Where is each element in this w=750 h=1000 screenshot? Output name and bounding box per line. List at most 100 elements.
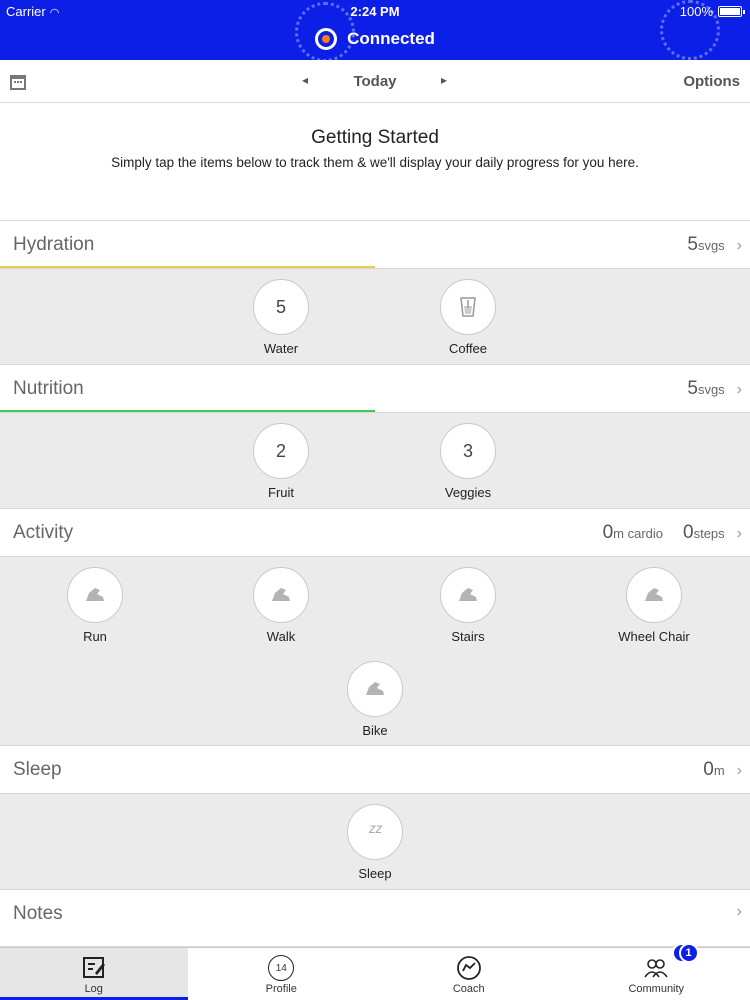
status-time: 2:24 PM xyxy=(350,4,400,19)
sleep-header[interactable]: Sleep 0m › xyxy=(0,745,750,793)
section-title: Nutrition xyxy=(13,378,84,399)
chevron-right-icon: › xyxy=(736,237,742,254)
water-label: Water xyxy=(263,341,299,356)
nutrition-value: 5 xyxy=(687,378,698,399)
nutrition-items: 2 Fruit 3 Veggies xyxy=(0,412,750,508)
battery-percent: 100% xyxy=(679,4,713,19)
profile-icon: 14 xyxy=(268,955,295,981)
chevron-right-icon: › xyxy=(736,903,742,920)
section-title: Hydration xyxy=(13,234,95,255)
walk-tile[interactable]: Walk xyxy=(211,567,351,644)
veggies-tile[interactable]: 3 Veggies xyxy=(398,423,538,500)
walk-label: Walk xyxy=(266,629,296,644)
fruit-label: Fruit xyxy=(268,485,294,500)
log-icon xyxy=(82,957,105,978)
connected-label: Connected xyxy=(347,29,435,48)
battery-indicator: 100% xyxy=(679,4,745,19)
steps-unit: steps xyxy=(693,526,725,541)
fruit-count: 2 xyxy=(275,440,286,461)
connection-status[interactable]: Connected xyxy=(0,28,750,50)
nutrition-header[interactable]: Nutrition 5svgs › xyxy=(0,364,750,412)
hydration-items: 5 Water Coffee xyxy=(0,268,750,364)
section-title: Activity xyxy=(13,522,74,543)
run-button[interactable] xyxy=(67,567,123,623)
nutrition-summary: 5svgs › xyxy=(687,378,742,400)
cardio-value: 0 xyxy=(602,522,614,543)
bike-label: Bike xyxy=(362,723,388,738)
getting-started-title: Getting Started xyxy=(311,127,439,148)
coffee-tile[interactable]: Coffee xyxy=(398,279,538,356)
top-bar: Carrier ◠ 2:24 PM 100% Connected xyxy=(0,0,750,60)
tab-bar: Log 14 Profile 1 Coach 1 Community xyxy=(0,943,750,1000)
sleep-unit: m xyxy=(713,763,725,778)
sleep-items: ᶻᶻ Sleep xyxy=(0,793,750,889)
next-day-button[interactable]: ▸ xyxy=(441,73,447,87)
wheel-chair-button[interactable] xyxy=(626,567,682,623)
stairs-tile[interactable]: Stairs xyxy=(398,567,538,644)
hydration-unit: svgs xyxy=(697,238,725,253)
tab-label: Coach xyxy=(452,983,485,995)
getting-started-panel: Getting Started Simply tap the items bel… xyxy=(0,103,750,220)
activity-header[interactable]: Activity 0m cardio 0steps › xyxy=(0,508,750,556)
shoe-icon xyxy=(366,682,384,695)
walk-button[interactable] xyxy=(253,567,309,623)
notes-summary: › xyxy=(731,903,742,921)
shoe-icon xyxy=(459,588,477,601)
stairs-button[interactable] xyxy=(440,567,496,623)
veggies-count: 3 xyxy=(462,440,473,461)
nutrition-unit: svgs xyxy=(697,382,725,397)
tab-coach[interactable]: 1 Coach xyxy=(375,943,692,1000)
sleep-button[interactable]: ᶻᶻ xyxy=(347,804,403,860)
date-navigation: ◂ Today ▸ Options xyxy=(0,60,750,103)
notes-header[interactable]: Notes › xyxy=(0,889,750,947)
tab-label: Community xyxy=(628,983,685,995)
sleep-tile[interactable]: ᶻᶻ Sleep xyxy=(305,804,445,881)
stairs-label: Stairs xyxy=(451,629,485,644)
current-date-label[interactable]: Today xyxy=(0,73,750,90)
wheel-chair-label: Wheel Chair xyxy=(618,629,690,644)
tab-label: Log xyxy=(84,983,103,995)
section-title: Notes xyxy=(13,903,63,924)
hydration-header[interactable]: Hydration 5svgs › xyxy=(0,220,750,268)
battery-icon xyxy=(718,6,745,17)
run-label: Run xyxy=(83,629,107,644)
cardio-unit: m cardio xyxy=(613,526,664,541)
sleep-summary: 0m › xyxy=(703,759,742,781)
shoe-icon xyxy=(645,588,663,601)
shoe-icon xyxy=(272,588,290,601)
coffee-button[interactable] xyxy=(440,279,496,335)
water-tile[interactable]: 5 Water xyxy=(211,279,351,356)
options-button[interactable]: Options xyxy=(683,73,740,90)
veggies-label: Veggies xyxy=(444,485,492,500)
community-badge: 1 xyxy=(678,943,699,963)
connected-icon xyxy=(315,28,338,50)
sleep-value: 0 xyxy=(703,759,714,780)
water-count: 5 xyxy=(275,296,286,317)
chevron-right-icon: › xyxy=(736,381,742,398)
bike-button[interactable] xyxy=(347,661,403,717)
status-bar: Carrier ◠ 2:24 PM 100% xyxy=(0,0,750,22)
zzz-icon: ᶻᶻ xyxy=(368,820,382,843)
community-icon xyxy=(644,959,668,978)
tab-profile[interactable]: 14 Profile xyxy=(188,948,376,1000)
tab-log[interactable]: Log xyxy=(0,948,188,1000)
steps-value: 0 xyxy=(683,522,694,543)
sleep-label: Sleep xyxy=(358,866,392,881)
profile-icon-number: 14 xyxy=(275,962,287,974)
activity-summary: 0m cardio 0steps › xyxy=(603,522,742,544)
veggies-count-button[interactable]: 3 xyxy=(440,423,496,479)
fruit-tile[interactable]: 2 Fruit xyxy=(211,423,351,500)
tab-community[interactable]: 1 Community xyxy=(563,943,750,1000)
run-tile[interactable]: Run xyxy=(25,567,165,644)
fruit-count-button[interactable]: 2 xyxy=(253,423,309,479)
hydration-summary: 5svgs › xyxy=(687,234,742,256)
shoe-icon xyxy=(86,588,104,601)
tab-label: Profile xyxy=(265,983,297,995)
bike-tile[interactable]: Bike xyxy=(305,661,445,738)
coach-icon xyxy=(456,956,481,980)
water-count-button[interactable]: 5 xyxy=(253,279,309,335)
wheel-chair-tile[interactable]: Wheel Chair xyxy=(584,567,724,644)
hydration-value: 5 xyxy=(687,234,698,255)
coffee-label: Coffee xyxy=(448,341,488,356)
getting-started-subtitle: Simply tap the items below to track them… xyxy=(111,155,639,170)
